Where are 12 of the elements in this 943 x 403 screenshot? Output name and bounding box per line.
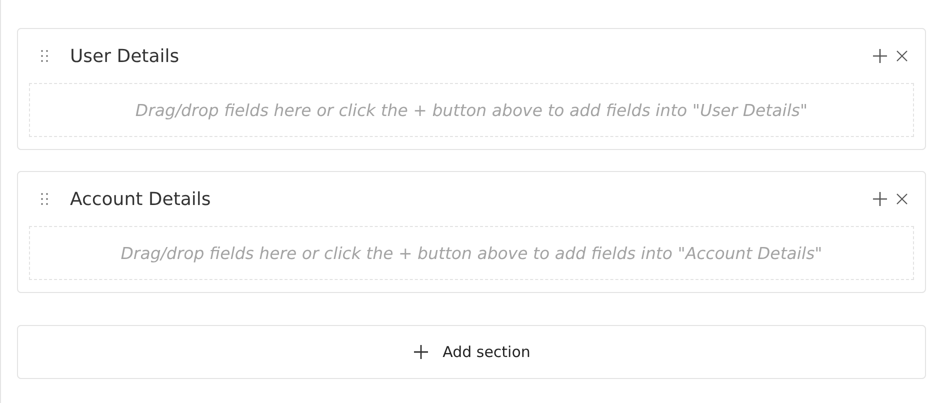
plus-icon — [412, 344, 429, 360]
drop-hint: Drag/drop fields here or click the + button above to add fields into "User Details" — [135, 100, 808, 120]
section-title: Account Details — [70, 188, 212, 210]
add-icon[interactable] — [872, 48, 888, 64]
close-icon[interactable] — [896, 50, 908, 62]
add-section-button[interactable]: Add section — [17, 325, 926, 379]
add-icon[interactable] — [872, 191, 888, 207]
drag-handle-icon[interactable] — [41, 193, 49, 205]
drag-handle-icon[interactable] — [41, 50, 49, 62]
close-icon[interactable] — [896, 193, 908, 205]
drop-hint: Drag/drop fields here or click the + button above to add fields into "Account Details" — [120, 244, 822, 262]
section-title: User Details — [70, 46, 180, 66]
